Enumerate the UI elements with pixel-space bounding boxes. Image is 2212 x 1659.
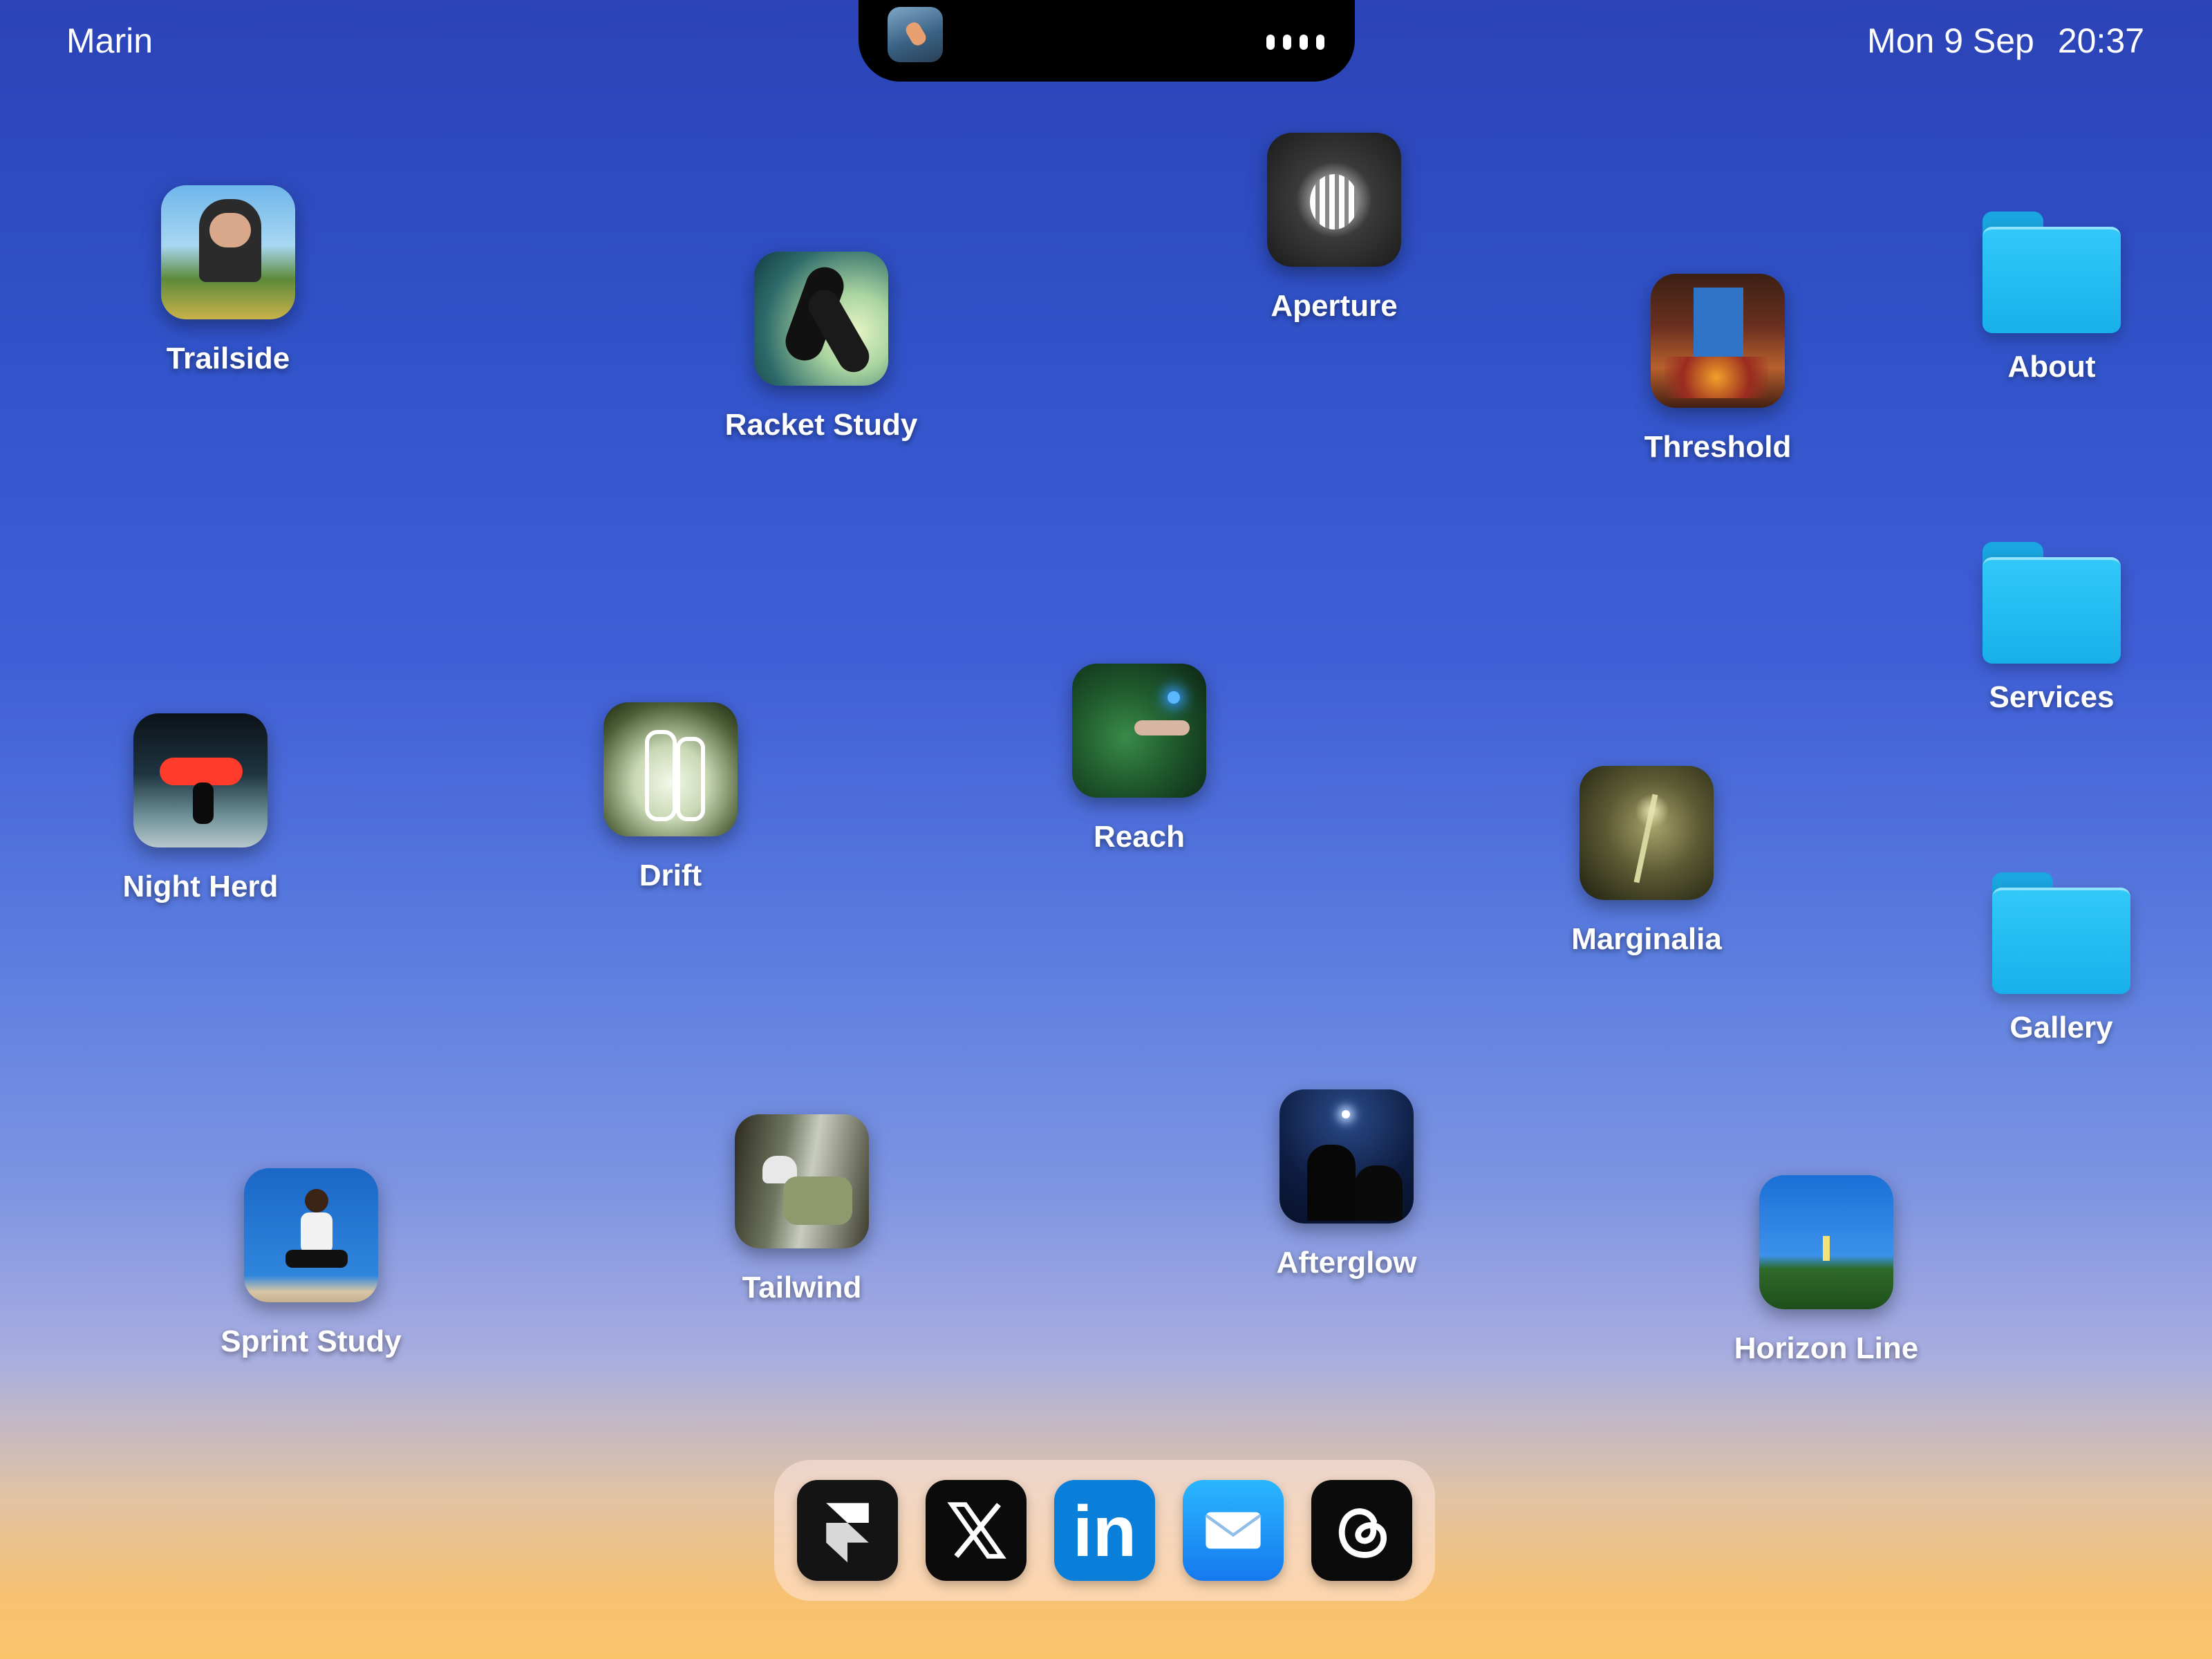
folder-label: Services [1989, 680, 2115, 714]
folder-icon[interactable] [1983, 542, 2121, 664]
dock: in [774, 1460, 1435, 1601]
app-threshold[interactable]: Threshold [1614, 274, 1821, 465]
app-marginalia[interactable]: Marginalia [1543, 766, 1750, 957]
app-tailwind[interactable]: Tailwind [698, 1114, 906, 1305]
status-clock: Mon 9 Sep 20:37 [1867, 21, 2144, 61]
folder-icon[interactable] [1992, 872, 2130, 994]
app-label: Afterglow [1276, 1246, 1417, 1280]
app-horizon-line[interactable]: Horizon Line [1723, 1175, 1930, 1366]
app-racket-study[interactable]: Racket Study [718, 252, 925, 442]
time-text: 20:37 [2057, 21, 2144, 60]
threads-icon[interactable] [1311, 1480, 1412, 1581]
aperture-thumbnail[interactable] [1267, 133, 1401, 267]
x-icon[interactable] [926, 1480, 1027, 1581]
racket-study-thumbnail[interactable] [754, 252, 888, 386]
app-label: Marginalia [1571, 922, 1722, 956]
app-label: Trailside [166, 341, 290, 375]
folder-label: Gallery [2009, 1011, 2113, 1044]
folder-gallery[interactable]: Gallery [1992, 872, 2130, 1045]
folder-icon[interactable] [1983, 212, 2121, 333]
app-label: Aperture [1271, 289, 1398, 323]
afterglow-thumbnail[interactable] [1280, 1089, 1414, 1224]
tailwind-thumbnail[interactable] [735, 1114, 869, 1248]
app-sprint-study[interactable]: Sprint Study [207, 1168, 415, 1359]
user-name: Marin [66, 21, 153, 60]
folder-about[interactable]: About [1983, 212, 2121, 384]
marginalia-thumbnail[interactable] [1580, 766, 1714, 900]
drift-thumbnail[interactable] [603, 702, 738, 836]
framer-icon[interactable] [797, 1480, 898, 1581]
app-label: Sprint Study [221, 1324, 402, 1358]
app-night-herd[interactable]: Night Herd [97, 713, 304, 904]
horizon-line-thumbnail[interactable] [1759, 1175, 1893, 1309]
dynamic-island[interactable] [859, 0, 1355, 82]
app-reach[interactable]: Reach [1035, 664, 1243, 854]
folder-label: About [2007, 350, 2096, 384]
app-label: Drift [639, 859, 702, 892]
reach-thumbnail[interactable] [1072, 664, 1206, 798]
linkedin-icon[interactable]: in [1054, 1480, 1155, 1581]
app-label: Tailwind [742, 1271, 862, 1304]
night-herd-thumbnail[interactable] [133, 713, 268, 847]
app-afterglow[interactable]: Afterglow [1243, 1089, 1450, 1280]
more-dots-icon[interactable] [1266, 35, 1324, 50]
folder-services[interactable]: Services [1983, 542, 2121, 715]
app-label: Racket Study [724, 408, 918, 442]
app-aperture[interactable]: Aperture [1230, 133, 1438, 324]
app-trailside[interactable]: Trailside [124, 185, 332, 376]
now-playing-thumbnail[interactable] [888, 7, 943, 62]
app-label: Threshold [1644, 430, 1792, 464]
app-drift[interactable]: Drift [567, 702, 774, 893]
trailside-thumbnail[interactable] [161, 185, 295, 319]
threshold-thumbnail[interactable] [1651, 274, 1785, 408]
app-label: Reach [1093, 820, 1185, 854]
date-text: Mon 9 Sep [1867, 21, 2034, 60]
app-label: Night Herd [122, 870, 279, 903]
mail-icon[interactable] [1183, 1480, 1284, 1581]
sprint-study-thumbnail[interactable] [244, 1168, 378, 1302]
linkedin-glyph: in [1072, 1492, 1137, 1572]
app-label: Horizon Line [1734, 1331, 1919, 1365]
